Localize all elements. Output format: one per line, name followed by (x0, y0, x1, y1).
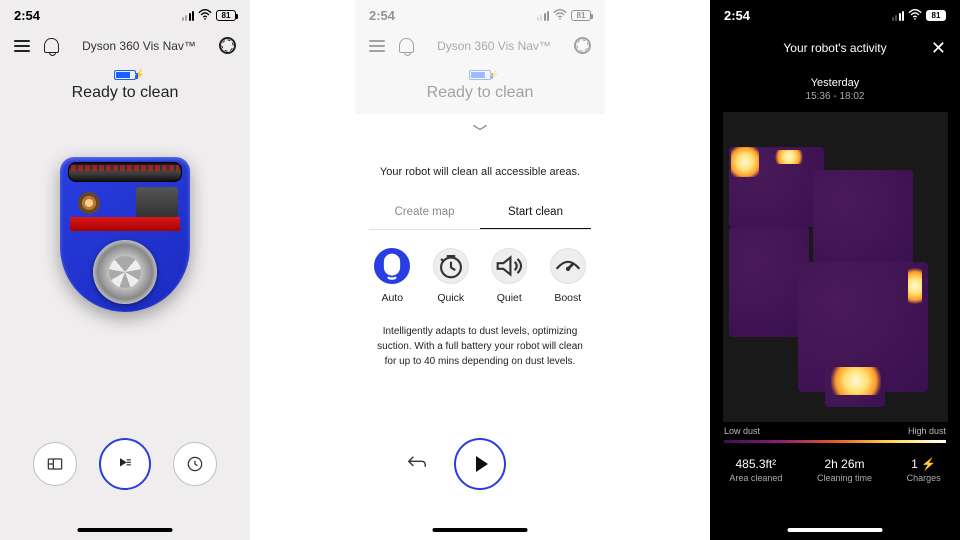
status-text: Ready to clean (355, 84, 605, 102)
play-button[interactable] (454, 438, 506, 490)
gap (605, 0, 710, 540)
home-indicator[interactable] (78, 528, 173, 532)
start-clean-sheet: 2:54 81 Dyson 360 Vis Nav™ ⚡ Ready to cl… (355, 0, 605, 540)
menu-icon (369, 40, 385, 52)
start-clean-button[interactable] (99, 438, 151, 490)
map-button[interactable] (33, 442, 77, 486)
sheet-handle[interactable] (355, 114, 605, 134)
activity-title: Your robot's activity (783, 41, 886, 55)
status-bar: 2:54 81 (0, 0, 250, 31)
robot-image (60, 157, 190, 312)
activity-screen: 2:54 81 Your robot's activity ✕ Yesterda… (710, 0, 960, 540)
activity-date: Yesterday 15:36 - 18:02 (710, 77, 960, 102)
wifi-icon (198, 8, 212, 23)
app-header: Dyson 360 Vis Nav™ (0, 31, 250, 64)
mode-label: Quiet (497, 292, 522, 304)
heatmap-legend: Low dust High dust (710, 426, 960, 436)
home-indicator[interactable] (788, 528, 883, 532)
bottom-actions (0, 438, 250, 490)
battery-icon: 81 (926, 10, 946, 21)
clean-modes: Auto Quick Quiet Boost (363, 248, 597, 304)
notifications-icon[interactable] (44, 38, 59, 53)
mode-label: Boost (554, 292, 581, 304)
status-text: Ready to clean (0, 84, 250, 102)
clock: 2:54 (369, 8, 395, 23)
status-bar: 2:54 81 (355, 0, 605, 31)
battery-icon: 81 (571, 10, 591, 21)
wifi-icon (553, 8, 567, 23)
tab-create-map[interactable]: Create map (369, 196, 480, 229)
mode-label: Auto (381, 292, 403, 304)
mode-auto[interactable]: Auto (374, 248, 410, 304)
signal-icon (182, 11, 195, 21)
notifications-icon (399, 38, 414, 53)
device-title: Dyson 360 Vis Nav™ (82, 39, 196, 53)
signal-icon (537, 11, 550, 21)
clean-tabs: Create map Start clean (369, 196, 591, 230)
legend-low: Low dust (724, 426, 760, 436)
home-indicator[interactable] (433, 528, 528, 532)
gap (250, 0, 355, 540)
wifi-icon (908, 8, 922, 23)
undo-button[interactable] (406, 454, 428, 474)
mode-description: Intelligently adapts to dust levels, opt… (355, 308, 605, 385)
mode-quiet[interactable]: Quiet (491, 248, 527, 304)
activity-header: Your robot's activity ✕ (710, 31, 960, 65)
mode-quick[interactable]: Quick (433, 248, 469, 304)
device-battery-icon: ⚡ (114, 70, 136, 80)
device-battery-icon: ⚡ (469, 70, 491, 80)
stat-charges: 1 ⚡ Charges (907, 457, 941, 483)
battery-icon: 81 (216, 10, 236, 21)
stat-time: 2h 26m Cleaning time (817, 457, 872, 483)
status-bar: 2:54 81 (710, 0, 960, 31)
clock: 2:54 (14, 8, 40, 23)
settings-icon (574, 37, 591, 54)
settings-icon[interactable] (219, 37, 236, 54)
tab-start-clean[interactable]: Start clean (480, 196, 591, 229)
sheet-description: Your robot will clean all accessible are… (355, 134, 605, 196)
history-button[interactable] (173, 442, 217, 486)
close-icon[interactable]: ✕ (931, 38, 946, 59)
legend-high: High dust (908, 426, 946, 436)
menu-icon[interactable] (14, 40, 30, 52)
device-title: Dyson 360 Vis Nav™ (437, 39, 551, 53)
home-screen: 2:54 81 Dyson 360 Vis Nav™ ⚡ Ready to cl… (0, 0, 250, 540)
activity-stats: 485.3ft² Area cleaned 2h 26m Cleaning ti… (710, 443, 960, 483)
mode-label: Quick (437, 292, 464, 304)
app-header: Dyson 360 Vis Nav™ (355, 31, 605, 64)
mode-boost[interactable]: Boost (550, 248, 586, 304)
dust-heatmap[interactable] (723, 112, 948, 422)
signal-icon (892, 11, 905, 21)
clock: 2:54 (724, 8, 750, 23)
stat-area: 485.3ft² Area cleaned (729, 457, 782, 483)
